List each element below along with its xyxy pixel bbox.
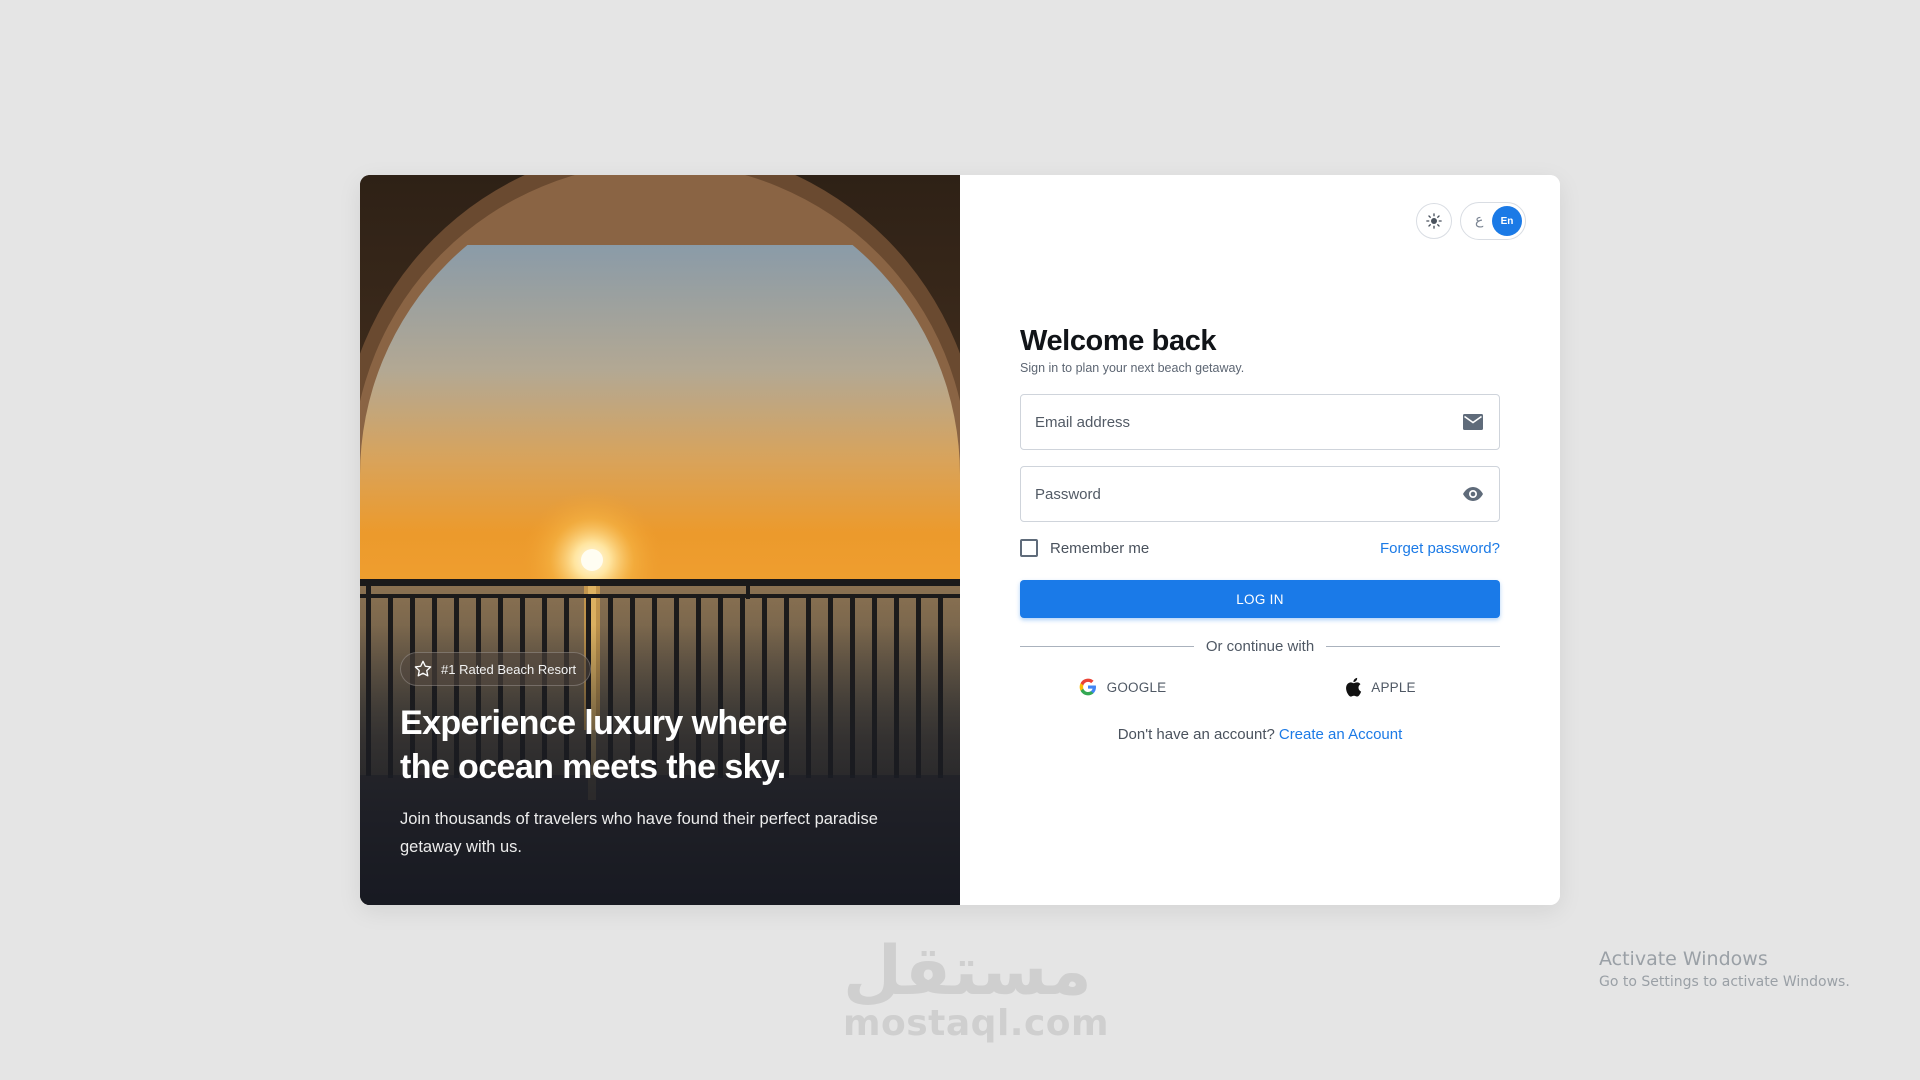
divider-line-right — [1326, 646, 1501, 647]
create-account-link[interactable]: Create an Account — [1279, 726, 1402, 743]
hero-panel: #1 Rated Beach Resort Experience luxury … — [360, 175, 960, 905]
login-panel: ع En Welcome back Sign in to plan your n… — [960, 175, 1560, 905]
google-icon — [1078, 677, 1098, 697]
windows-activation-notice: Activate Windows Go to Settings to activ… — [1599, 948, 1850, 990]
hero-content: #1 Rated Beach Resort Experience luxury … — [400, 652, 930, 861]
login-button[interactable]: LOG IN — [1020, 580, 1500, 618]
password-input[interactable] — [1035, 485, 1461, 503]
watermark-domain: mostaql.com — [843, 1003, 1110, 1044]
activation-subtitle: Go to Settings to activate Windows. — [1599, 974, 1850, 990]
forgot-password-link[interactable]: Forget password? — [1380, 540, 1500, 557]
apple-icon — [1344, 677, 1362, 697]
signup-row: Don't have an account? Create an Account — [1020, 726, 1500, 743]
login-form: Welcome back Sign in to plan your next b… — [1020, 323, 1501, 743]
badge-label: #1 Rated Beach Resort — [441, 661, 577, 677]
activation-title: Activate Windows — [1599, 948, 1768, 970]
social-login-row: GOOGLE APPLE — [1020, 677, 1500, 697]
remember-label: Remember me — [1050, 539, 1150, 557]
apple-label: APPLE — [1371, 679, 1416, 695]
theme-toggle-button[interactable] — [1416, 203, 1452, 239]
login-card: #1 Rated Beach Resort Experience luxury … — [360, 175, 1560, 905]
signup-prompt: Don't have an account? — [1117, 726, 1275, 743]
rated-badge: #1 Rated Beach Resort — [400, 652, 592, 686]
divider-line-left — [1020, 646, 1194, 647]
sun-icon — [1425, 212, 1443, 230]
mostaql-watermark: مستقل mostaql.com — [843, 932, 1110, 1044]
password-field — [1020, 466, 1500, 522]
hero-subtitle: Join thousands of travelers who have fou… — [400, 810, 878, 856]
star-outline-icon — [413, 659, 433, 679]
language-switch[interactable]: ع En — [1460, 202, 1526, 240]
envelope-icon — [1461, 410, 1485, 434]
google-login-button[interactable]: GOOGLE — [1002, 677, 1242, 697]
page-title: Welcome back — [1020, 325, 1217, 357]
hero-title: Experience luxury where the ocean meets … — [400, 704, 787, 786]
apple-login-button[interactable]: APPLE — [1260, 677, 1500, 697]
eye-icon[interactable] — [1461, 482, 1485, 506]
email-field — [1020, 394, 1500, 450]
divider: Or continue with — [1020, 638, 1501, 655]
page-subtitle: Sign in to plan your next beach getaway. — [1020, 361, 1245, 375]
email-input[interactable] — [1035, 413, 1461, 431]
remember-me[interactable]: Remember me — [1020, 539, 1149, 557]
remember-checkbox[interactable] — [1020, 539, 1038, 557]
watermark-arabic: مستقل — [843, 932, 1092, 1011]
divider-label: Or continue with — [1205, 638, 1315, 655]
lang-option-english[interactable]: En — [1492, 206, 1522, 236]
google-label: GOOGLE — [1106, 679, 1167, 695]
form-options-row: Remember me Forget password? — [1020, 536, 1500, 560]
lang-option-arabic[interactable]: ع — [1475, 212, 1483, 228]
